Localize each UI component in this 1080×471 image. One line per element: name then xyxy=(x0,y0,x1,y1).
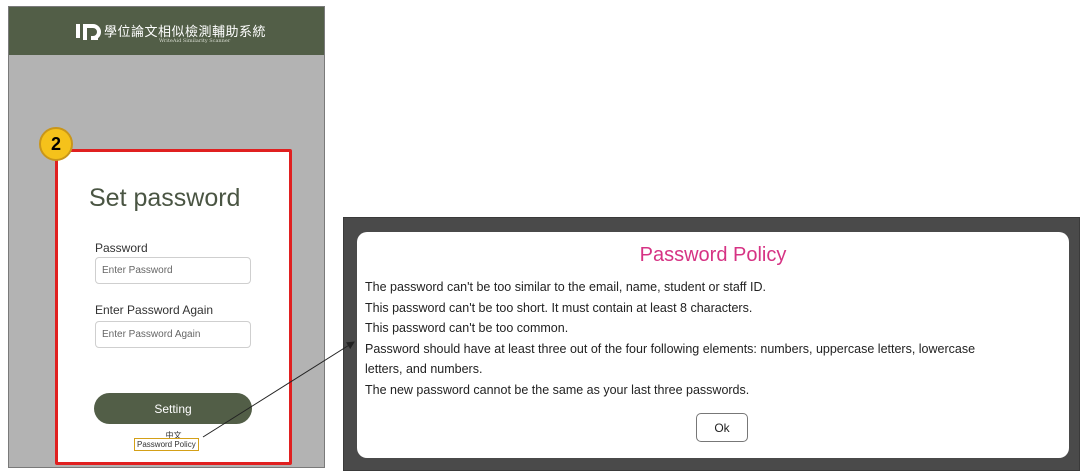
app-subtitle: WriteAid Similarity Scanner xyxy=(159,38,231,44)
set-password-card: Set password Password Enter Password Aga… xyxy=(55,149,292,465)
dialog-title: Password Policy xyxy=(639,244,787,266)
password-policy-link[interactable]: Password Policy xyxy=(134,438,199,451)
password-again-label: Enter Password Again xyxy=(95,303,214,317)
app-header: 學位論文相似檢測輔助系統 WriteAid Similarity Scanner xyxy=(9,7,324,55)
policy-rule: Password should have at least three out … xyxy=(365,341,976,356)
password-policy-dialog: Password Policy The password can't be to… xyxy=(357,232,1069,458)
logo-icon xyxy=(76,24,101,40)
password-input[interactable] xyxy=(95,257,251,284)
policy-rule: The password can't be too similar to the… xyxy=(365,280,766,294)
policy-rule: letters, and numbers. xyxy=(365,362,483,376)
dialog-backdrop: Password Policy The password can't be to… xyxy=(343,217,1080,471)
page-title: Set password xyxy=(89,184,241,212)
policy-rule: The new password cannot be the same as y… xyxy=(365,382,750,397)
ok-button[interactable]: Ok xyxy=(696,413,748,442)
policy-rules: The password can't be too similar to the… xyxy=(365,277,1065,400)
setting-button[interactable]: Setting xyxy=(94,393,252,424)
password-label: Password xyxy=(95,241,148,255)
policy-rule: This password can't be too common. xyxy=(365,321,569,335)
step-badge: 2 xyxy=(39,127,73,161)
policy-rule: This password can't be too short. It mus… xyxy=(365,300,753,315)
app-screen: 學位論文相似檢測輔助系統 WriteAid Similarity Scanner… xyxy=(8,6,325,468)
password-again-input[interactable] xyxy=(95,321,251,348)
